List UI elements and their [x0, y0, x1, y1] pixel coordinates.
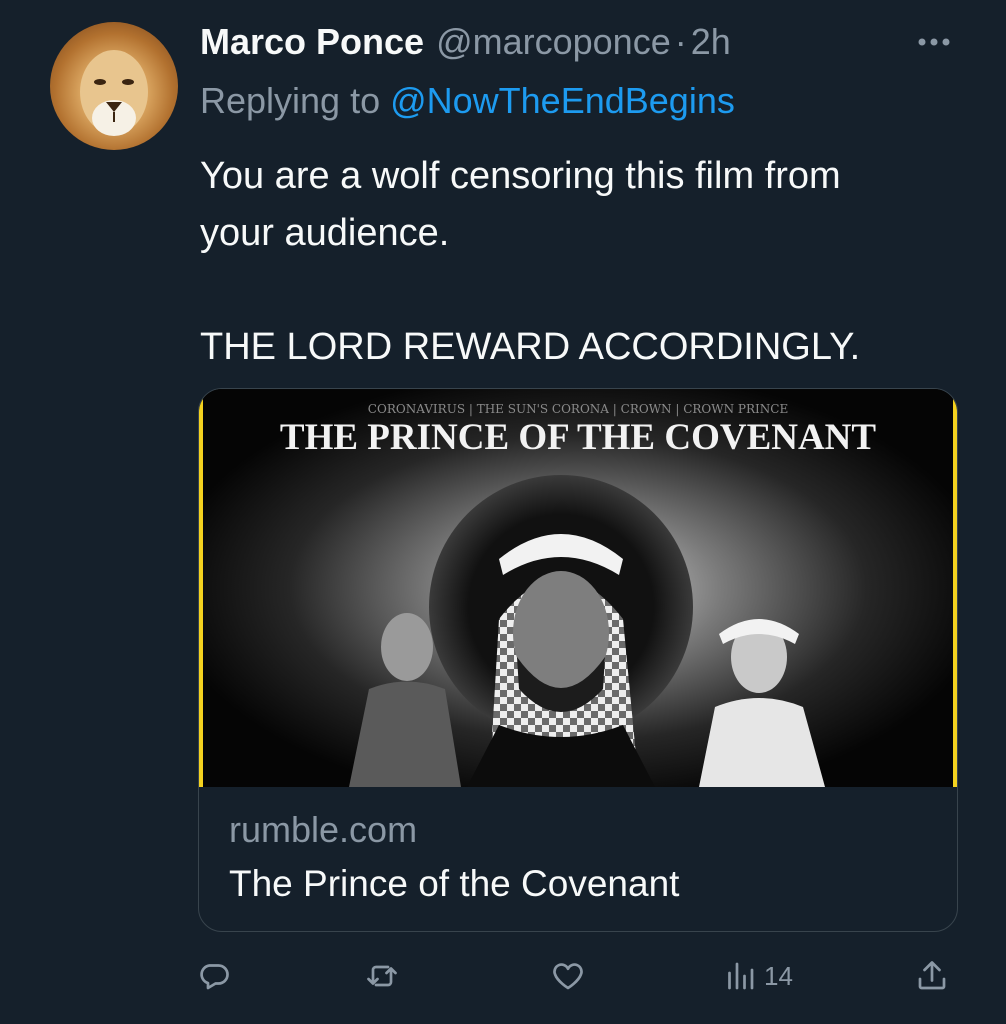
- card-footer[interactable]: rumble.com The Prince of the Covenant: [199, 787, 957, 931]
- tweet-actions: 14: [0, 950, 1006, 1002]
- link-card[interactable]: CORONAVIRUS | THE SUN'S CORONA | CROWN |…: [198, 388, 958, 932]
- reply-button[interactable]: [196, 950, 232, 1002]
- reply-icon: [200, 964, 229, 990]
- retweet-icon: [367, 965, 397, 987]
- replying-to: Replying to @NowTheEndBegins: [200, 80, 735, 122]
- avatar[interactable]: [50, 22, 178, 150]
- retweet-button[interactable]: [364, 950, 400, 1002]
- more-dots-icon: [918, 38, 950, 46]
- author-name[interactable]: Marco Ponce: [200, 21, 424, 63]
- card-title: The Prince of the Covenant: [229, 863, 680, 904]
- heart-icon: [553, 963, 583, 990]
- tweet-line-3: THE LORD REWARD ACCORDINGLY.: [200, 326, 861, 368]
- card-image-subtitle: CORONAVIRUS | THE SUN'S CORONA | CROWN |…: [368, 402, 788, 416]
- replying-to-mention[interactable]: @NowTheEndBegins: [390, 80, 735, 121]
- like-button[interactable]: [550, 950, 586, 1002]
- card-image-title: THE PRINCE OF THE COVENANT: [280, 417, 877, 458]
- separator-dot: ·: [674, 21, 687, 62]
- lion-avatar-image: [80, 50, 148, 136]
- views-button[interactable]: 14: [722, 950, 793, 1002]
- tweet-text: You are a wolf censoring this film from …: [200, 148, 960, 376]
- share-button[interactable]: [914, 950, 950, 1002]
- tweet-line-1: You are a wolf censoring this film from: [200, 155, 841, 197]
- timestamp[interactable]: 2h: [691, 21, 731, 63]
- more-options-button[interactable]: [914, 22, 954, 62]
- author-handle[interactable]: @marcoponce: [436, 21, 671, 63]
- share-icon: [918, 961, 946, 990]
- replying-prefix: Replying to: [200, 80, 391, 121]
- card-image[interactable]: CORONAVIRUS | THE SUN'S CORONA | CROWN |…: [199, 389, 957, 787]
- card-thumbnail: CORONAVIRUS | THE SUN'S CORONA | CROWN |…: [199, 389, 957, 787]
- views-icon: [728, 962, 754, 990]
- tweet-header: Marco Ponce @marcoponce · 2h: [200, 20, 946, 64]
- tweet-line-2: your audience.: [200, 212, 450, 254]
- card-domain: rumble.com: [229, 809, 418, 850]
- views-count: 14: [764, 960, 793, 991]
